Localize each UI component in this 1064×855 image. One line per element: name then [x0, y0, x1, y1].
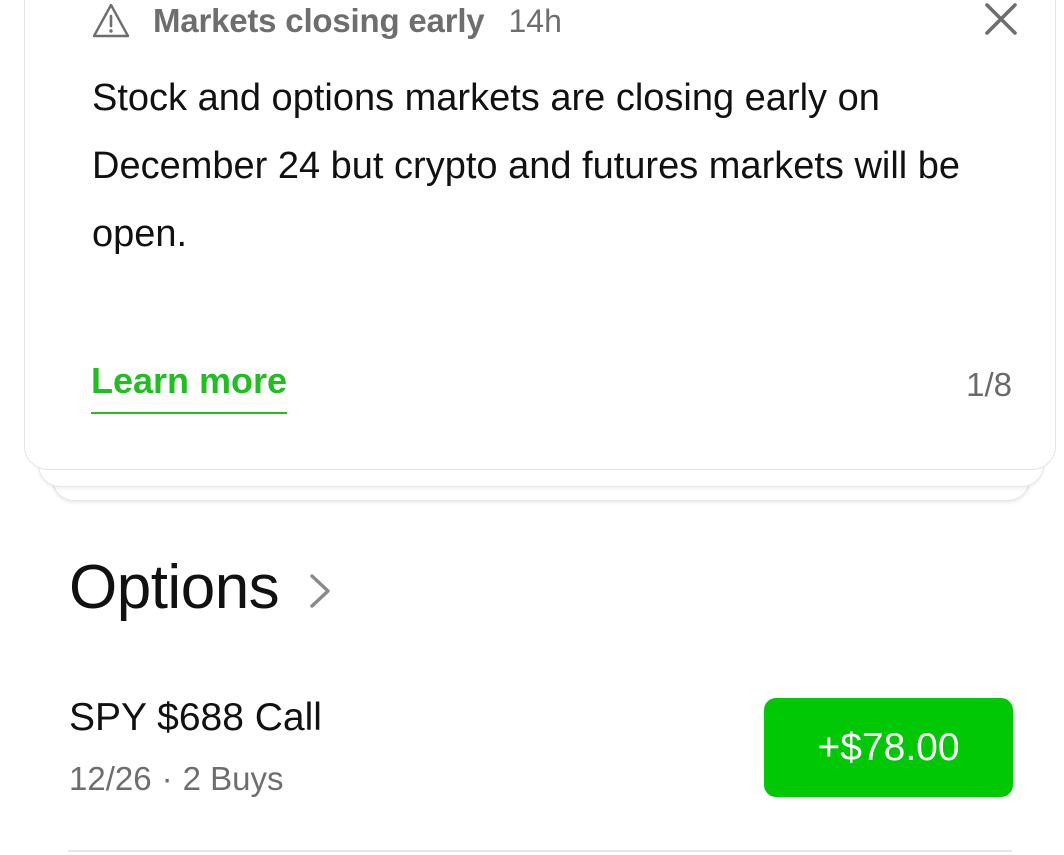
row-divider — [68, 850, 1012, 852]
option-name: SPY $688 Call — [69, 696, 322, 739]
profit-loss-badge[interactable]: +$78.00 — [764, 698, 1013, 797]
close-icon[interactable] — [982, 0, 1020, 38]
option-expiry: 12/26 — [69, 760, 152, 797]
notification-title: Markets closing early — [153, 2, 485, 39]
notification-header: Markets closing early 14h — [91, 0, 562, 42]
chevron-right-icon — [310, 573, 330, 608]
options-section-header[interactable]: Options — [69, 552, 333, 623]
option-meta: 12/26 · 2 Buys — [69, 760, 283, 798]
section-title: Options — [69, 553, 280, 622]
warning-triangle-icon — [92, 3, 130, 38]
meta-separator: · — [161, 760, 173, 797]
option-buys: 2 Buys — [182, 760, 284, 797]
notification-time: 14h — [508, 2, 562, 39]
option-position-row[interactable]: SPY $688 Call 12/26 · 2 Buys +$78.00 — [0, 680, 1064, 852]
notification-pager: 1/8 — [966, 366, 1012, 403]
learn-more-link[interactable]: Learn more — [91, 360, 288, 414]
notification-body: Stock and options markets are closing ea… — [92, 77, 961, 255]
